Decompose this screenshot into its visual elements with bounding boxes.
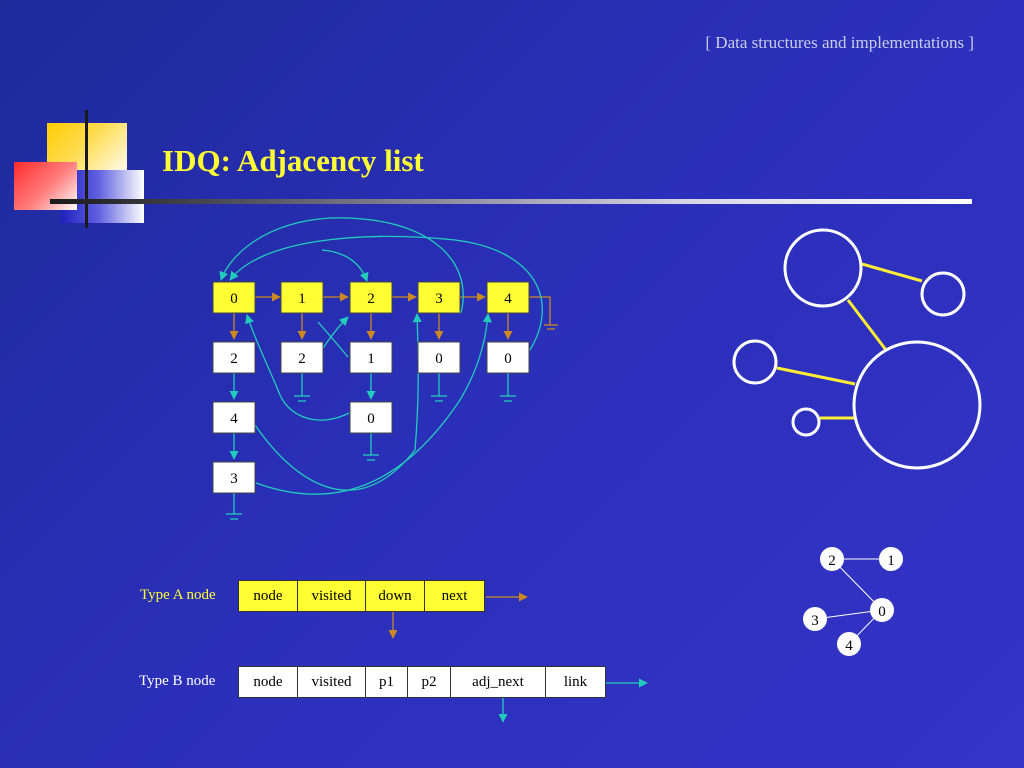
list-node-label: 1 bbox=[367, 351, 375, 367]
head-node-3-label: 3 bbox=[435, 291, 443, 307]
graph-node-2-label: 2 bbox=[828, 553, 836, 569]
head-node-2-label: 2 bbox=[367, 291, 375, 307]
small-graph: 2 1 0 3 4 bbox=[803, 547, 903, 656]
list-node-label: 0 bbox=[435, 351, 443, 367]
type-b-field-adj-next: adj_next bbox=[450, 666, 546, 698]
type-b-label: Type B node bbox=[139, 673, 216, 689]
head-node-1-label: 1 bbox=[298, 291, 306, 307]
type-b-field-p2: p2 bbox=[407, 666, 451, 698]
decorative-circle-graph bbox=[732, 228, 982, 470]
list-node-label: 3 bbox=[230, 471, 238, 487]
adj-next-arrows bbox=[226, 373, 516, 520]
adjacency-diagram: 0 1 2 3 4 2 4 3 2 1 0 0 0 2 1 0 3 4 bbox=[212, 217, 982, 723]
list-nodes: 2 4 3 2 1 0 0 0 bbox=[212, 341, 530, 494]
type-a-field-down: down bbox=[365, 580, 425, 612]
type-a-field-node: node bbox=[238, 580, 298, 612]
list-node-label: 4 bbox=[230, 411, 238, 427]
type-b-node: node visited p1 p2 adj_next link bbox=[238, 666, 606, 698]
list-node-label: 0 bbox=[504, 351, 512, 367]
type-a-field-visited: visited bbox=[297, 580, 366, 612]
type-a-node: node visited down next bbox=[238, 580, 485, 612]
graph-node-4-label: 4 bbox=[845, 638, 853, 654]
graph-node-1-label: 1 bbox=[887, 553, 895, 569]
list-node-label: 2 bbox=[298, 351, 306, 367]
list-node-label: 2 bbox=[230, 351, 238, 367]
type-a-label: Type A node bbox=[140, 587, 216, 603]
type-b-field-visited: visited bbox=[297, 666, 366, 698]
type-row-arrows bbox=[388, 592, 648, 723]
graph-node-0-label: 0 bbox=[878, 604, 886, 620]
graph-node-3-label: 3 bbox=[811, 613, 819, 629]
type-b-field-link: link bbox=[545, 666, 606, 698]
head-down-arrows bbox=[229, 313, 513, 340]
type-b-field-node: node bbox=[238, 666, 298, 698]
type-a-field-next: next bbox=[424, 580, 485, 612]
list-node-label: 0 bbox=[367, 411, 375, 427]
type-b-field-p1: p1 bbox=[365, 666, 408, 698]
head-node-4-label: 4 bbox=[504, 291, 512, 307]
head-node-0-label: 0 bbox=[230, 291, 238, 307]
